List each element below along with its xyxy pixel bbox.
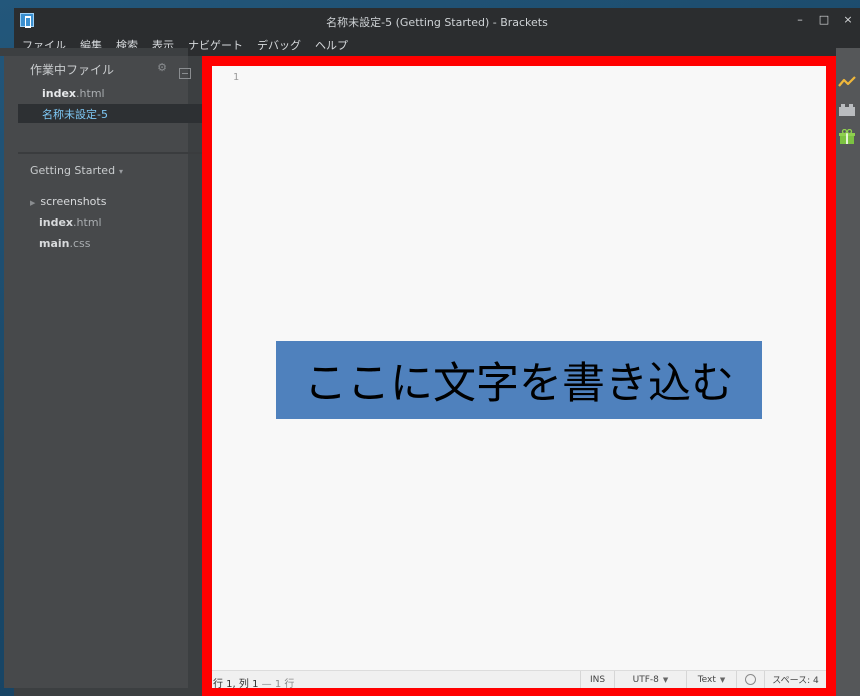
menu-debug[interactable]: デバッグ — [257, 37, 301, 53]
working-file-ext: .html — [76, 87, 105, 100]
working-files-header: 作業中ファイル — [18, 58, 202, 80]
line-number: 1 — [233, 72, 240, 83]
chevron-down-icon: ▾ — [119, 167, 124, 176]
minimize-button[interactable]: – — [788, 8, 812, 30]
language-value: Text — [697, 674, 716, 685]
status-cursor-position: 行 1, 列 1 — 1 行 — [213, 675, 294, 690]
live-preview-icon[interactable] — [838, 74, 856, 90]
working-file-item[interactable]: index .html — [18, 84, 202, 103]
sidebar-divider — [18, 152, 202, 154]
language-select[interactable]: Text ▼ — [686, 671, 736, 688]
gear-icon[interactable]: ⚙ — [156, 62, 168, 74]
window-title: 名称未設定-5 (Getting Started) - Brackets — [326, 16, 548, 29]
encoding-value: UTF-8 — [632, 674, 659, 685]
title-bar: 名称未設定-5 (Getting Started) - Brackets – □… — [14, 8, 860, 34]
split-view-icon[interactable] — [179, 68, 191, 79]
insert-mode-toggle[interactable]: INS — [580, 671, 614, 688]
tree-file-ext: .html — [73, 216, 102, 229]
tree-file-name: main — [39, 237, 70, 250]
tree-file-item[interactable]: main.css — [39, 237, 91, 250]
tree-folder-label: screenshots — [40, 195, 107, 208]
sidebar — [4, 48, 188, 688]
working-file-name: 名称未設定-5 — [42, 107, 108, 121]
sidebar-top-strip — [0, 48, 188, 56]
chevron-right-icon: ▶ — [30, 199, 36, 207]
tree-file-ext: .css — [69, 237, 91, 250]
menu-help[interactable]: ヘルプ — [315, 37, 348, 53]
right-toolbar — [836, 48, 860, 696]
tree-folder-screenshots[interactable]: ▶ screenshots — [30, 195, 106, 208]
tree-file-item[interactable]: index.html — [39, 216, 102, 229]
line-count: — 1 行 — [261, 679, 295, 690]
extension-manager-icon[interactable] — [838, 102, 856, 118]
window-controls: – □ × — [788, 8, 860, 34]
overlay-annotation-label: ここに文字を書き込む — [276, 341, 762, 419]
menu-navigate[interactable]: ナビゲート — [188, 37, 243, 53]
encoding-select[interactable]: UTF-8 ▼ — [614, 671, 686, 688]
working-file-item-selected[interactable]: 名称未設定-5 — [18, 104, 202, 123]
linting-status[interactable] — [736, 671, 764, 688]
working-files-title: 作業中ファイル — [30, 62, 115, 77]
cursor-position: 行 1, 列 1 — [213, 679, 259, 690]
maximize-button[interactable]: □ — [812, 8, 836, 30]
chevron-down-icon: ▼ — [662, 675, 669, 684]
gift-icon[interactable] — [838, 128, 856, 145]
close-button[interactable]: × — [836, 8, 860, 30]
project-name: Getting Started — [30, 164, 116, 177]
working-file-name: index — [42, 87, 77, 100]
tree-file-name: index — [39, 216, 74, 229]
indent-setting[interactable]: スペース: 4 — [764, 671, 826, 688]
project-dropdown[interactable]: Getting Started ▾ — [30, 164, 123, 177]
chevron-down-icon: ▼ — [719, 675, 726, 684]
lint-circle-icon — [745, 674, 756, 685]
